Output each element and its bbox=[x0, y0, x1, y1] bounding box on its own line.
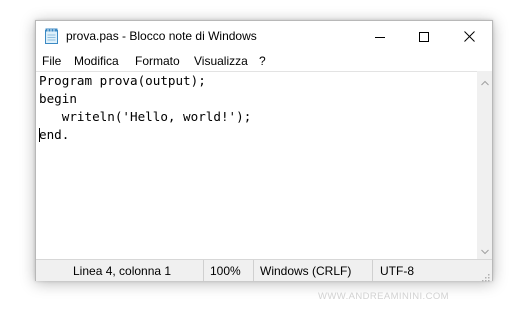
resize-grip-icon[interactable] bbox=[480, 269, 490, 282]
code-line: writeln('Hello, world!'); bbox=[39, 109, 252, 124]
scroll-down-button[interactable] bbox=[477, 242, 492, 257]
status-encoding: UTF-8 bbox=[380, 264, 414, 278]
vertical-scrollbar[interactable] bbox=[477, 71, 492, 259]
code-line: Program prova(output); bbox=[39, 73, 206, 88]
status-divider bbox=[372, 260, 373, 281]
maximize-icon bbox=[419, 27, 429, 46]
menu-visualizza[interactable]: Visualizza bbox=[194, 54, 248, 68]
menu-help[interactable]: ? bbox=[259, 54, 266, 68]
chevron-down-icon bbox=[480, 240, 489, 259]
chevron-up-icon bbox=[480, 71, 489, 90]
title-bar[interactable]: prova.pas - Blocco note di Windows bbox=[36, 21, 492, 51]
scroll-up-button[interactable] bbox=[477, 73, 492, 88]
notepad-icon bbox=[45, 28, 58, 44]
minimize-button[interactable] bbox=[358, 21, 402, 51]
watermark: WWW.ANDREAMININI.COM bbox=[318, 291, 449, 302]
menu-bar: File Modifica Formato Visualizza ? bbox=[36, 51, 492, 71]
status-line-ending: Windows (CRLF) bbox=[260, 264, 352, 278]
close-button[interactable] bbox=[447, 21, 491, 51]
status-zoom: 100% bbox=[210, 264, 241, 278]
text-caret bbox=[39, 128, 40, 142]
window-title: prova.pas - Blocco note di Windows bbox=[66, 29, 257, 43]
menu-formato[interactable]: Formato bbox=[135, 54, 180, 68]
notepad-window: prova.pas - Blocco note di Windows File … bbox=[35, 20, 493, 282]
minimize-icon bbox=[375, 27, 385, 46]
status-divider bbox=[203, 260, 204, 281]
status-cursor-position: Linea 4, colonna 1 bbox=[73, 264, 172, 278]
menu-modifica[interactable]: Modifica bbox=[74, 54, 119, 68]
menu-file[interactable]: File bbox=[42, 54, 61, 68]
code-line: end. bbox=[39, 127, 70, 142]
text-editor[interactable]: Program prova(output); begin writeln('He… bbox=[36, 71, 477, 260]
close-icon bbox=[463, 27, 475, 46]
status-bar: Linea 4, colonna 1 100% Windows (CRLF) U… bbox=[36, 259, 492, 282]
maximize-button[interactable] bbox=[402, 21, 446, 51]
code-line: begin bbox=[39, 91, 77, 106]
status-divider bbox=[253, 260, 254, 281]
